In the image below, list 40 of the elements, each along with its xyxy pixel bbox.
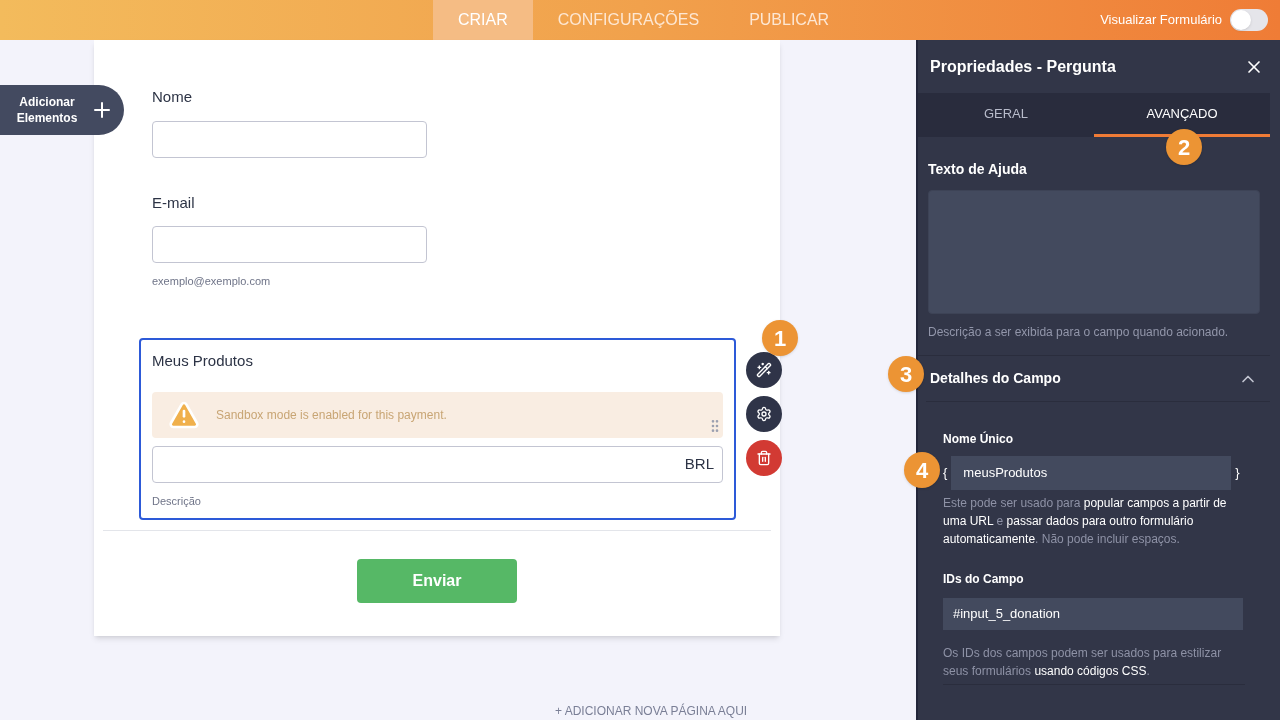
step-number-badge: 1 (762, 320, 798, 356)
brace-text: } (1235, 464, 1240, 483)
unique-name-label: Nome Único (943, 430, 1014, 448)
preview-label: Visualizar Formulário (1100, 11, 1222, 30)
field-ids-label: IDs do Campo (943, 571, 1025, 588)
preview-toggle[interactable] (1230, 9, 1268, 31)
help-text-label: Texto de Ajuda (928, 160, 1028, 179)
add-page-link[interactable]: + ADICIONAR NOVA PÁGINA AQUI (555, 704, 748, 718)
form-field[interactable]: Nome (139, 84, 736, 190)
unique-name-input[interactable]: meusProdutos (951, 456, 1232, 490)
unique-name-note: Este pode ser usado para popular campos a partir de uma URL e passar dados para outro formulário automaticamente. Não pode incluir espaços. (943, 495, 1228, 548)
step-number-badge: 2 (1166, 129, 1202, 165)
step-number-badge: 4 (904, 452, 940, 488)
field-ids-input[interactable]: #input_5_donation (943, 598, 1243, 630)
panel-title: Propriedades - Pergunta (930, 57, 1116, 77)
section-header[interactable]: Detalhes do Campo (926, 356, 1270, 402)
settings-button[interactable] (746, 395, 782, 432)
panel-tab[interactable]: GERAL (918, 93, 1094, 137)
brace-text: { (943, 464, 948, 483)
field-hint: exemplo@exemplo.com (152, 274, 272, 289)
text-input[interactable] (152, 226, 427, 263)
form-field[interactable]: E-mail exemplo@exemplo.com (139, 189, 736, 322)
magic-wand-icon (756, 361, 772, 378)
wand-button[interactable] (746, 351, 782, 388)
text-input[interactable] (152, 120, 427, 158)
delete-button[interactable] (746, 439, 782, 476)
warning-icon (168, 399, 200, 431)
trash-icon (756, 449, 772, 466)
amount-input[interactable]: BRL (152, 446, 723, 483)
step-number-badge: 3 (888, 356, 924, 392)
help-text-note: Descrição a ser exibida para o campo quando acionado. (928, 324, 1230, 341)
currency-label: BRL (684, 454, 714, 475)
field-label: Meus Produtos (152, 350, 254, 371)
field-label: E-mail (152, 192, 196, 213)
field-label: Nome (152, 87, 193, 107)
add-elements-button[interactable]: Adicionar Elementos (0, 85, 124, 135)
field-hint: Descrição (152, 494, 202, 509)
field-ids-note: Os IDs dos campos podem ser usados para estilizar seus formulários usando códigos CSS. (943, 644, 1245, 685)
warning-text: Sandbox mode is enabled for this payment. (216, 407, 447, 424)
settings-icon (756, 405, 772, 422)
